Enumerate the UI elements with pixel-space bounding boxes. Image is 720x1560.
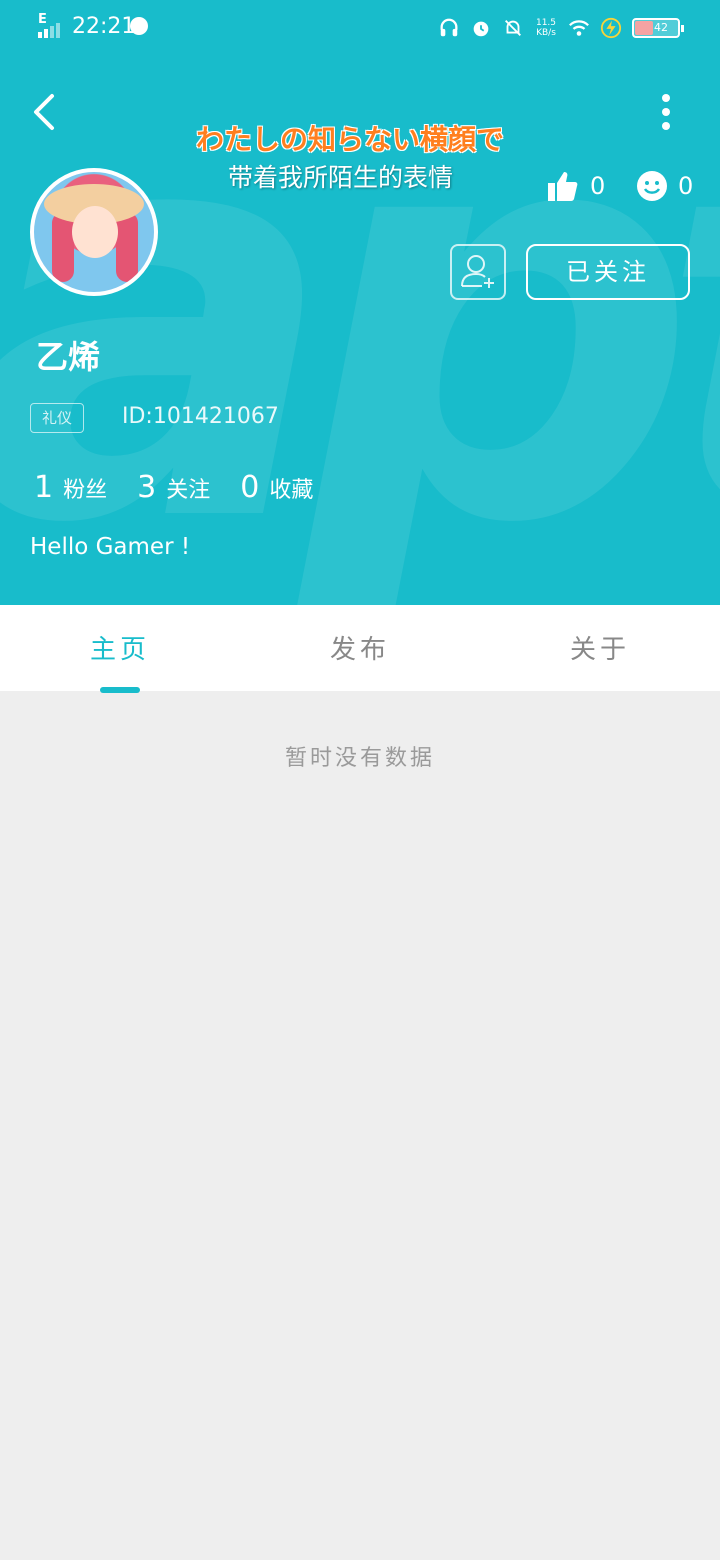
- add-user-icon: [461, 255, 494, 288]
- back-button[interactable]: [28, 90, 64, 134]
- status-bar: E 22:21 11.5 KB/s 42: [0, 0, 720, 56]
- battery-indicator: 42: [632, 18, 684, 38]
- user-bio: Hello Gamer !: [30, 534, 191, 560]
- profile-tabs: 主页 发布 关于: [0, 605, 720, 693]
- like-count: 0: [590, 172, 606, 200]
- following-count[interactable]: 3 关注: [137, 470, 210, 505]
- lyric-line-japanese: わたしの知らない横顔で: [196, 123, 505, 156]
- user-badge: 礼仪: [30, 403, 84, 433]
- alarm-icon: [473, 21, 489, 37]
- like-stat[interactable]: 0: [546, 168, 605, 204]
- headphones-icon: [440, 18, 458, 37]
- active-tab-indicator: [100, 687, 140, 693]
- emoji-stat[interactable]: 0: [636, 168, 693, 204]
- tab-home[interactable]: 主页: [0, 605, 240, 691]
- emoji-count: 0: [678, 172, 694, 200]
- tab-about[interactable]: 关于: [480, 605, 720, 691]
- profile-header: apta E 22:21: [0, 0, 720, 605]
- mute-bell-icon: [505, 20, 521, 36]
- favorites-count[interactable]: 0 收藏: [240, 470, 313, 505]
- chevron-left-icon: [34, 94, 54, 130]
- battery-level: 42: [654, 21, 668, 34]
- app-notification-icon: [130, 17, 148, 35]
- signal-icon: E: [38, 12, 64, 40]
- network-type: E: [38, 12, 47, 27]
- tab-posts[interactable]: 发布: [240, 605, 480, 691]
- clock: 22:21: [72, 14, 136, 39]
- follow-button[interactable]: 已关注: [526, 244, 690, 300]
- wifi-icon: [569, 20, 589, 36]
- username: 乙烯: [36, 338, 101, 376]
- thumbs-up-icon: [548, 172, 578, 201]
- lyric-line-chinese: 带着我所陌生的表情: [228, 163, 454, 192]
- user-id: ID:101421067: [122, 404, 279, 429]
- network-speed: 11.5 KB/s: [535, 18, 557, 38]
- avatar[interactable]: [30, 168, 158, 296]
- add-friend-button[interactable]: [450, 244, 506, 300]
- empty-state-message: 暂时没有数据: [284, 746, 435, 771]
- more-options-button[interactable]: [652, 92, 680, 132]
- smiley-icon: [637, 171, 667, 201]
- profile-counts: 1 粉丝 3 关注 0 收藏: [34, 470, 313, 505]
- fans-count[interactable]: 1 粉丝: [34, 470, 107, 505]
- more-vertical-icon: [662, 94, 670, 130]
- charging-icon: [600, 17, 622, 39]
